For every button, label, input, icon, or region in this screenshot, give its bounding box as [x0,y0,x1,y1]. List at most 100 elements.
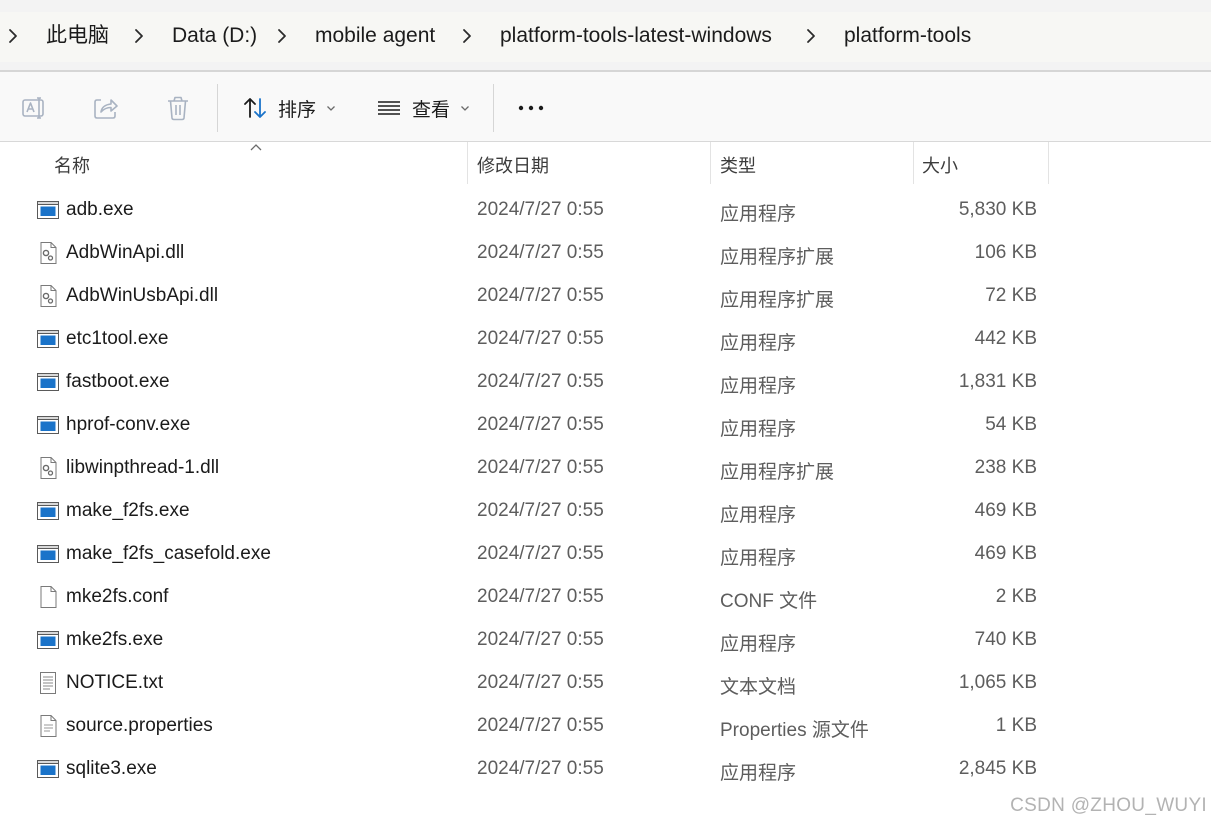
file-row[interactable]: NOTICE.txt 2024/7/27 0:55 文本文档 1,065 KB [28,662,1038,705]
file-name: fastboot.exe [66,371,170,392]
file-type: 应用程序扩展 [720,462,835,483]
column-divider[interactable] [913,142,914,184]
file-modified-date: 2024/7/27 0:55 [477,500,604,521]
application-file-icon [36,757,60,781]
more-options-button[interactable] [516,88,546,128]
file-row[interactable]: sqlite3.exe 2024/7/27 0:55 应用程序 2,845 KB [28,748,1038,791]
application-file-icon [36,499,60,523]
breadcrumb-item-this-pc[interactable]: 此电脑 [46,23,109,49]
view-button[interactable]: 查看 [376,88,470,128]
file-name: make_f2fs.exe [66,500,190,521]
file-name: hprof-conv.exe [66,414,191,435]
file-type: 应用程序 [720,548,797,569]
column-divider[interactable] [710,142,711,184]
column-header-type[interactable]: 类型 [720,152,756,178]
chevron-down-icon [327,106,335,111]
breadcrumb-item-platform-tools-latest[interactable]: platform-tools-latest-windows [500,23,772,49]
file-name: AdbWinUsbApi.dll [66,285,219,306]
file-type: 应用程序扩展 [720,247,835,268]
file-row[interactable]: hprof-conv.exe 2024/7/27 0:55 应用程序 54 KB [28,404,1038,447]
toolbar-divider [493,84,494,132]
properties-file-icon [36,714,60,738]
file-modified-date: 2024/7/27 0:55 [477,199,604,220]
chevron-right-icon[interactable] [6,24,20,48]
dll-file-icon [36,456,60,480]
column-header-size[interactable]: 大小 [922,152,958,178]
view-list-icon [378,101,400,115]
file-type: 应用程序 [720,505,797,526]
blank-file-icon [36,585,60,609]
chevron-right-icon[interactable] [460,24,474,48]
share-icon[interactable] [92,94,120,122]
sort-ascending-icon [250,144,262,151]
column-divider[interactable] [1048,142,1049,184]
file-name: sqlite3.exe [66,758,157,779]
file-modified-date: 2024/7/27 0:55 [477,242,604,263]
file-list: 名称 修改日期 类型 大小 adb.exe 2024/7/27 0:55 应用程序 5… [0,142,1211,823]
file-size: 2,845 KB [958,758,1037,779]
watermark: CSDN @ZHOU_WUYI [1010,795,1207,816]
file-size: 2 KB [995,586,1037,607]
application-file-icon [36,198,60,222]
file-row[interactable]: mke2fs.exe 2024/7/27 0:55 应用程序 740 KB [28,619,1038,662]
file-name: source.properties [66,715,213,736]
file-row[interactable]: fastboot.exe 2024/7/27 0:55 应用程序 1,831 KB [28,361,1038,404]
file-type: 应用程序 [720,419,797,440]
file-modified-date: 2024/7/27 0:55 [477,586,604,607]
breadcrumb-item-drive[interactable]: Data (D:) [172,23,257,49]
application-file-icon [36,370,60,394]
file-row[interactable]: libwinpthread-1.dll 2024/7/27 0:55 应用程序扩展 2… [28,447,1038,490]
breadcrumb-item-mobile-agent[interactable]: mobile agent [315,23,435,49]
file-name: NOTICE.txt [66,672,164,693]
file-name: adb.exe [66,199,134,220]
file-row[interactable]: source.properties 2024/7/27 0:55 Propertie… [28,705,1038,748]
sort-button-label: 排序 [278,99,317,121]
delete-icon[interactable] [164,94,192,122]
file-size: 1,831 KB [958,371,1037,392]
application-file-icon [36,542,60,566]
column-header-name[interactable]: 名称 [54,152,90,178]
file-modified-date: 2024/7/27 0:55 [477,543,604,564]
file-type: 应用程序 [720,763,797,784]
file-modified-date: 2024/7/27 0:55 [477,758,604,779]
chevron-right-icon[interactable] [804,24,818,48]
file-row[interactable]: AdbWinUsbApi.dll 2024/7/27 0:55 应用程序扩展 72 K… [28,275,1038,318]
column-header-row: 名称 修改日期 类型 大小 [0,142,1050,184]
application-file-icon [36,327,60,351]
view-button-label: 查看 [412,99,451,121]
column-header-date[interactable]: 修改日期 [477,152,549,178]
file-row[interactable]: adb.exe 2024/7/27 0:55 应用程序 5,830 KB [28,189,1038,232]
chevron-right-icon[interactable] [275,24,289,48]
file-type: Properties 源文件 [720,720,869,741]
file-name: etc1tool.exe [66,328,169,349]
file-row[interactable]: AdbWinApi.dll 2024/7/27 0:55 应用程序扩展 106 KB [28,232,1038,275]
toolbar-divider [217,84,218,132]
file-row[interactable]: make_f2fs.exe 2024/7/27 0:55 应用程序 469 KB [28,490,1038,533]
file-size: 442 KB [974,328,1037,349]
file-size: 1 KB [995,715,1037,736]
file-size: 106 KB [974,242,1037,263]
file-type: 应用程序 [720,634,797,655]
file-size: 5,830 KB [958,199,1037,220]
sort-button[interactable]: 排序 [242,88,336,128]
file-row[interactable]: etc1tool.exe 2024/7/27 0:55 应用程序 442 KB [28,318,1038,361]
command-bar: 排序 查看 [0,72,1211,142]
file-name: libwinpthread-1.dll [66,457,220,478]
file-row[interactable]: make_f2fs_casefold.exe 2024/7/27 0:55 应用程序… [28,533,1038,576]
file-type: 文本文档 [720,677,797,698]
file-row[interactable]: mke2fs.conf 2024/7/27 0:55 CONF 文件 2 KB [28,576,1038,619]
file-modified-date: 2024/7/27 0:55 [477,715,604,736]
dll-file-icon [36,284,60,308]
file-size: 72 KB [985,285,1037,306]
file-name: mke2fs.conf [66,586,169,607]
file-modified-date: 2024/7/27 0:55 [477,672,604,693]
sort-icon [244,98,266,118]
file-type: 应用程序 [720,204,797,225]
dll-file-icon [36,241,60,265]
rename-icon[interactable] [20,94,48,122]
breadcrumb-item-platform-tools[interactable]: platform-tools [844,23,971,49]
file-size: 469 KB [974,500,1037,521]
chevron-right-icon[interactable] [132,24,146,48]
file-type: 应用程序 [720,376,797,397]
column-divider[interactable] [467,142,468,184]
